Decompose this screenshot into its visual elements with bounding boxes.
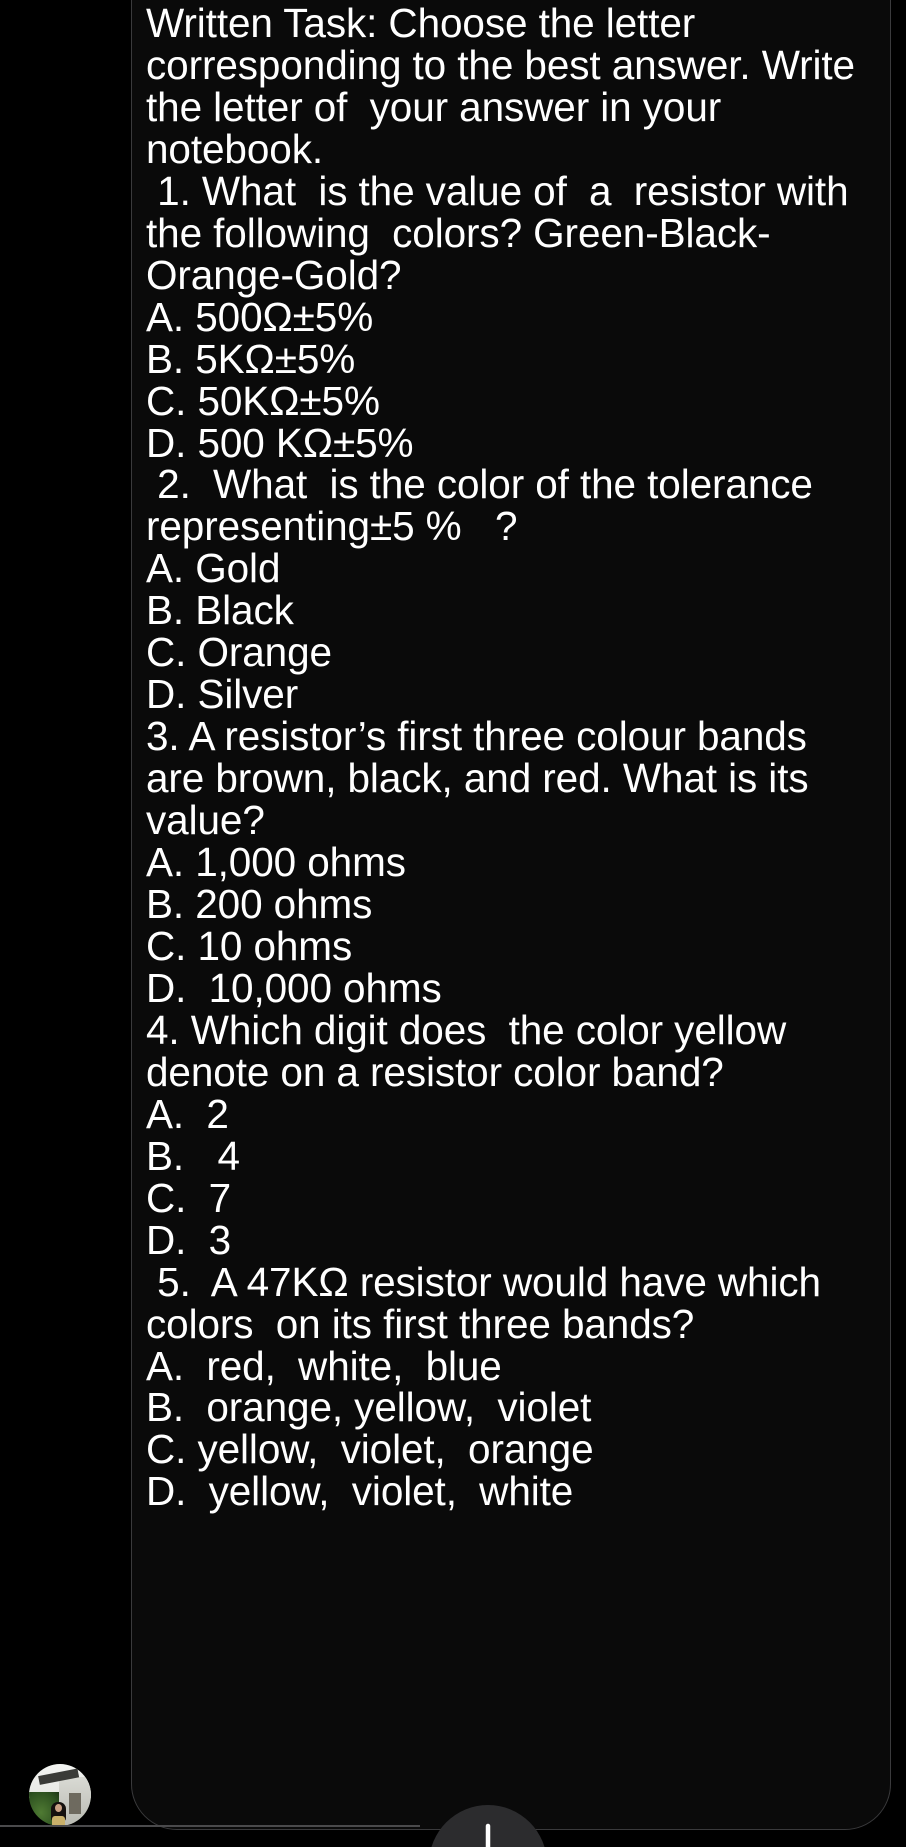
avatar[interactable] [29, 1764, 91, 1826]
message-bubble[interactable]: Written Task: Choose the letter correspo… [131, 0, 891, 1830]
message-body-text: Written Task: Choose the letter correspo… [146, 0, 855, 1515]
avatar-building-window [69, 1793, 81, 1814]
avatar-person-face [55, 1804, 62, 1812]
divider [0, 1825, 420, 1827]
arrow-down-icon [466, 1823, 510, 1847]
chat-scroll-area[interactable]: Written Task: Choose the letter correspo… [0, 0, 906, 1847]
